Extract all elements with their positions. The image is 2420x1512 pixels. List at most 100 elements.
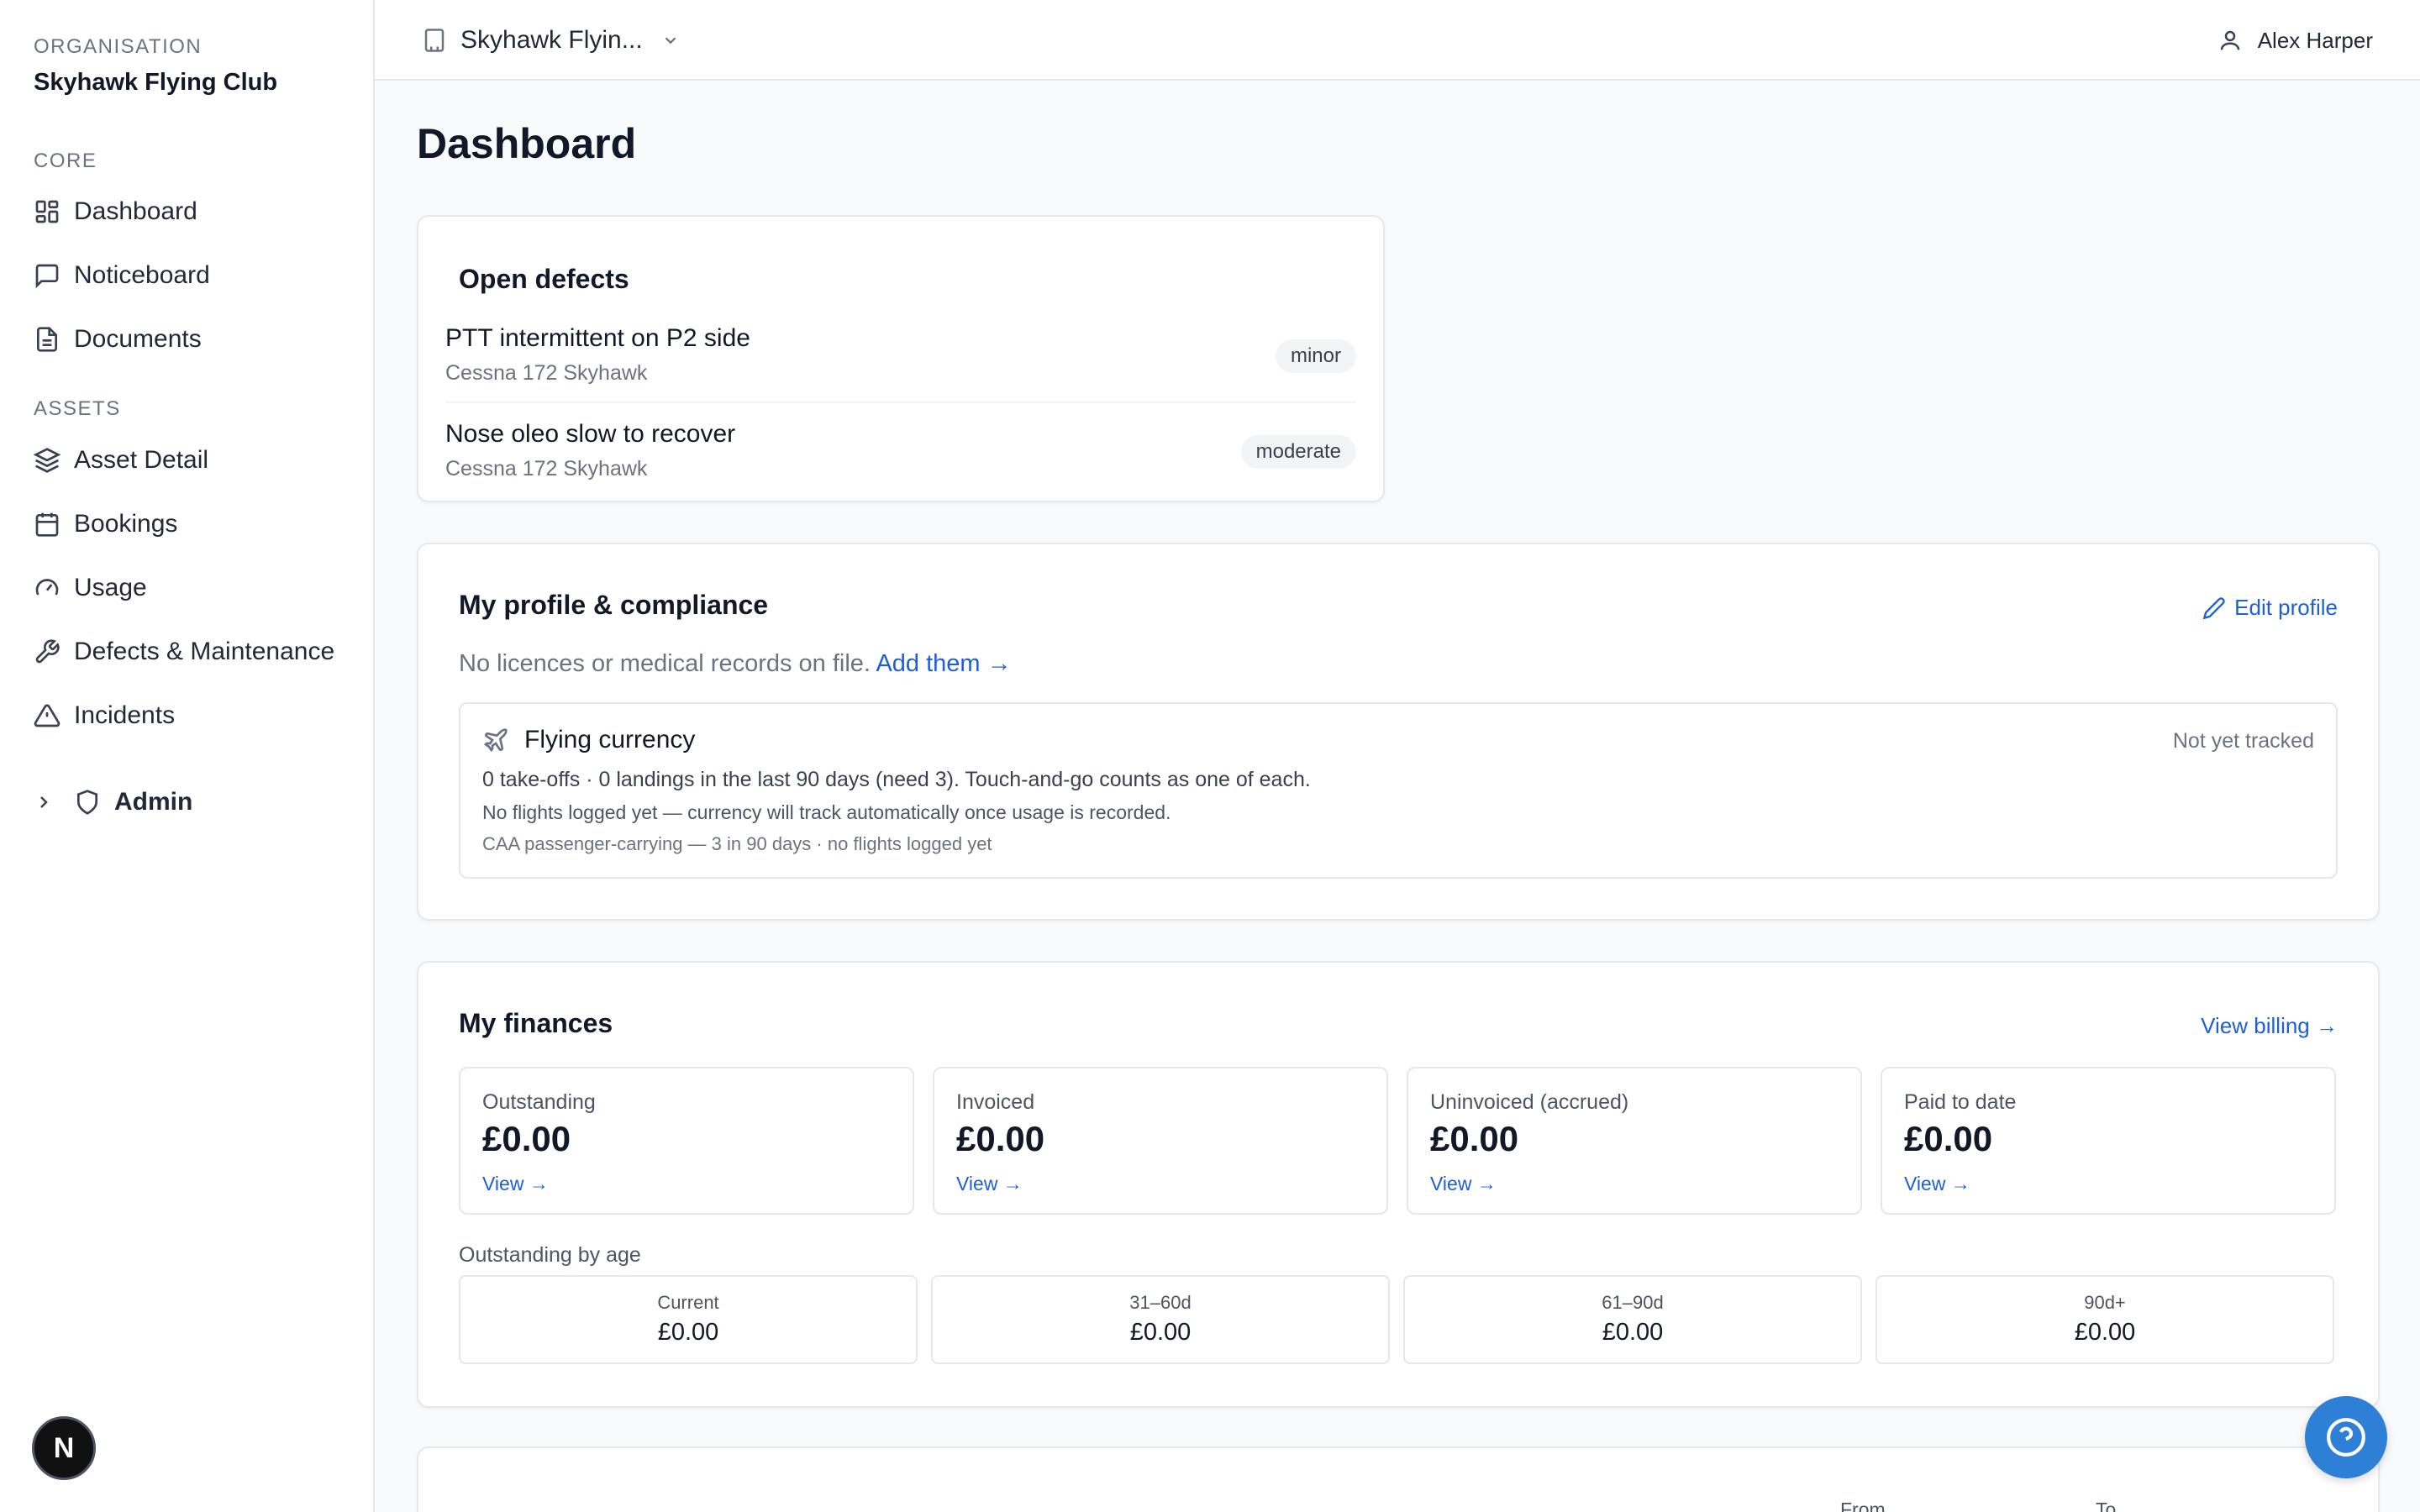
alert-triangle-icon — [34, 702, 60, 729]
age-bucket-value: £0.00 — [1602, 1319, 1664, 1346]
defect-title: PTT intermittent on P2 side — [445, 324, 750, 352]
sidebar-item-dashboard[interactable]: Dashboard — [34, 191, 353, 233]
stat-value: £0.00 — [1904, 1119, 1993, 1158]
age-bucket-current: Current £0.00 — [459, 1275, 918, 1364]
age-bucket-label: 61–90d — [1602, 1292, 1664, 1313]
wrench-icon — [34, 638, 60, 665]
sidebar-item-label: Incidents — [74, 701, 176, 729]
user-icon — [2217, 28, 2243, 53]
chevron-right-icon — [34, 792, 54, 812]
dev-tools-badge[interactable]: N — [32, 1416, 96, 1480]
stat-label: Paid to date — [1904, 1090, 2017, 1114]
severity-badge: moderate — [1240, 435, 1356, 469]
age-bucket-label: 31–60d — [1129, 1292, 1192, 1313]
flying-currency-panel: Flying currency Not yet tracked 0 take-o… — [459, 702, 2338, 879]
bottom-card: From To — [417, 1446, 2380, 1512]
profile-compliance-title: My profile & compliance — [459, 590, 769, 620]
sidebar-item-usage[interactable]: Usage — [34, 567, 353, 609]
sidebar-item-label: Usage — [74, 574, 147, 601]
dashboard-grid-icon — [34, 198, 60, 225]
section-label-core: CORE — [34, 150, 97, 172]
column-header-from: From — [1840, 1499, 1886, 1512]
building-icon — [422, 28, 447, 53]
help-circle-icon — [2325, 1416, 2367, 1458]
sidebar-item-label: Dashboard — [74, 197, 197, 225]
sidebar-item-asset-detail[interactable]: Asset Detail — [34, 439, 353, 481]
sidebar-item-label: Defects & Maintenance — [74, 638, 335, 665]
shield-icon — [74, 789, 101, 816]
sidebar-item-label: Bookings — [74, 510, 178, 538]
stat-view-link[interactable]: View → — [1904, 1173, 1970, 1195]
sidebar-item-label: Asset Detail — [74, 446, 209, 474]
sidebar-item-bookings[interactable]: Bookings — [34, 503, 353, 545]
age-bucket-90-plus: 90d+ £0.00 — [1876, 1275, 2334, 1364]
age-bucket-value: £0.00 — [1129, 1319, 1192, 1346]
stat-card-outstanding: Outstanding £0.00 View → — [459, 1067, 914, 1215]
no-records-message: No licences or medical records on file. … — [459, 650, 1012, 678]
sidebar-item-documents[interactable]: Documents — [34, 318, 353, 360]
stat-view-link[interactable]: View → — [482, 1173, 549, 1195]
open-defects-title: Open defects — [459, 264, 629, 294]
add-records-link[interactable]: Add them → — [876, 650, 1011, 677]
sidebar-item-label: Documents — [74, 325, 202, 353]
currency-summary: 0 take-offs · 0 landings in the last 90 … — [482, 768, 1311, 791]
layers-icon — [34, 447, 60, 474]
stat-card-invoiced: Invoiced £0.00 View → — [933, 1067, 1388, 1215]
edit-profile-label: Edit profile — [2234, 595, 2338, 620]
sidebar: ORGANISATION Skyhawk Flying Club CORE Da… — [0, 0, 375, 1512]
topbar: Skyhawk Flyin... Alex Harper — [375, 0, 2420, 81]
stat-value: £0.00 — [1430, 1119, 1519, 1158]
sidebar-item-incidents[interactable]: Incidents — [34, 695, 353, 737]
stat-view-link[interactable]: View → — [956, 1173, 1023, 1195]
defect-title: Nose oleo slow to recover — [445, 420, 736, 448]
user-menu[interactable]: Alex Harper — [2217, 20, 2373, 60]
sidebar-item-noticeboard[interactable]: Noticeboard — [34, 255, 353, 297]
section-label-assets: ASSETS — [34, 397, 121, 420]
currency-note: No flights logged yet — currency will tr… — [482, 801, 1171, 823]
pencil-icon — [2202, 596, 2226, 620]
organisation-switcher[interactable]: Skyhawk Flyin... — [422, 20, 680, 60]
organisation-label: ORGANISATION — [34, 35, 203, 58]
age-bucket-value: £0.00 — [2074, 1319, 2136, 1346]
age-bucket-label: 90d+ — [2084, 1292, 2126, 1313]
defect-row[interactable]: PTT intermittent on P2 side Cessna 172 S… — [445, 309, 1356, 403]
age-bucket-61-90: 61–90d £0.00 — [1403, 1275, 1862, 1364]
calendar-icon — [34, 511, 60, 538]
edit-profile-link[interactable]: Edit profile — [2202, 595, 2338, 621]
currency-status: Not yet tracked — [2172, 729, 2314, 753]
stat-card-paid-to-date: Paid to date £0.00 View → — [1881, 1067, 2336, 1215]
defect-row[interactable]: Nose oleo slow to recover Cessna 172 Sky… — [445, 405, 1356, 499]
age-bucket-value: £0.00 — [657, 1319, 719, 1346]
sidebar-item-label: Noticeboard — [74, 261, 210, 289]
stat-label: Invoiced — [956, 1090, 1035, 1114]
sidebar-item-admin[interactable]: Admin — [34, 781, 353, 823]
sidebar-item-defects-maintenance[interactable]: Defects & Maintenance — [34, 631, 353, 673]
gauge-icon — [34, 575, 60, 601]
finances-card: My finances View billing → Outstanding £… — [417, 961, 2380, 1408]
stat-value: £0.00 — [482, 1119, 571, 1158]
stat-view-link[interactable]: View → — [1430, 1173, 1497, 1195]
view-billing-link[interactable]: View billing → — [2201, 1013, 2338, 1039]
defect-aircraft: Cessna 172 Skyhawk — [445, 361, 648, 385]
outstanding-by-age-title: Outstanding by age — [459, 1243, 641, 1267]
page-title: Dashboard — [417, 120, 637, 167]
currency-rule: CAA passenger-carrying — 3 in 90 days · … — [482, 833, 992, 854]
plane-icon — [482, 727, 509, 753]
age-bucket-label: Current — [657, 1292, 719, 1313]
file-text-icon — [34, 326, 60, 353]
severity-badge: minor — [1275, 339, 1356, 373]
stat-value: £0.00 — [956, 1119, 1045, 1158]
organisation-switcher-label: Skyhawk Flyin... — [460, 26, 643, 54]
help-button[interactable] — [2305, 1396, 2387, 1478]
user-name: Alex Harper — [2257, 27, 2373, 53]
message-square-icon — [34, 262, 60, 289]
stat-label: Outstanding — [482, 1090, 596, 1114]
defect-aircraft: Cessna 172 Skyhawk — [445, 457, 648, 480]
profile-compliance-card: My profile & compliance Edit profile No … — [417, 543, 2380, 921]
stat-card-uninvoiced: Uninvoiced (accrued) £0.00 View → — [1407, 1067, 1862, 1215]
flying-currency-header: Flying currency — [482, 726, 695, 754]
column-header-to: To — [2096, 1499, 2117, 1512]
organisation-name: Skyhawk Flying Club — [34, 69, 278, 96]
flying-currency-title: Flying currency — [524, 726, 696, 753]
stat-label: Uninvoiced (accrued) — [1430, 1090, 1629, 1114]
